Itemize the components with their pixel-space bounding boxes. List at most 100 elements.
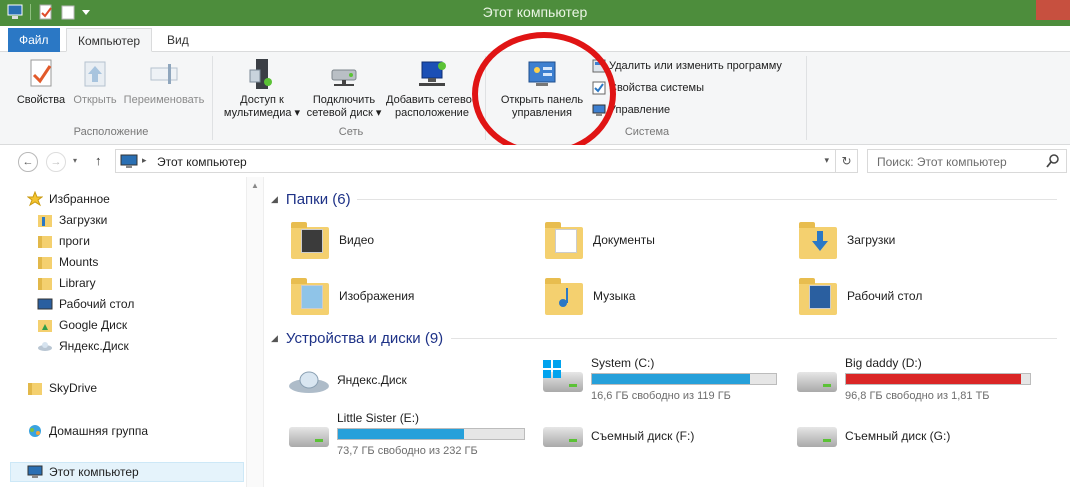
nav-item-label: Яндекс.Диск	[59, 339, 129, 353]
system-drive-icon	[541, 358, 585, 402]
folder-name: Музыка	[593, 289, 636, 303]
system-properties-button[interactable]: Свойства системы	[592, 79, 704, 97]
nav-item-library[interactable]: Library	[37, 273, 96, 293]
devices-section-title: Устройства и диски (9)	[285, 330, 444, 347]
nav-scrollbar[interactable]: ▲	[246, 177, 264, 487]
close-window-button[interactable]	[1036, 0, 1070, 20]
device-tile-yandex-disk[interactable]: Яндекс.Диск	[279, 354, 519, 406]
open-icon	[79, 58, 111, 90]
nav-item-progi[interactable]: проги	[37, 231, 90, 251]
music-folder-icon	[541, 275, 585, 319]
drive-free-space: 73,7 ГБ свободно из 232 ГБ	[337, 445, 478, 457]
rename-button[interactable]: Переименовать	[121, 58, 207, 107]
up-button[interactable]: ↑	[95, 153, 102, 168]
folder-icon	[37, 254, 53, 270]
nav-item-google-drive[interactable]: Google Диск	[37, 315, 127, 335]
folder-icon	[37, 233, 53, 249]
video-folder-icon	[287, 219, 331, 263]
nav-item-desktop[interactable]: Рабочий стол	[37, 294, 134, 314]
add-network-location-label-1: Добавить сетевое	[386, 94, 478, 106]
homegroup-icon	[27, 423, 43, 439]
folder-tile-documents[interactable]: Документы	[533, 215, 773, 267]
device-name: Съемный диск (G:)	[845, 429, 951, 443]
address-bar[interactable]: ▸ Этот компьютер ▾ ↻	[115, 149, 858, 173]
rename-icon	[148, 58, 180, 90]
folder-name: Рабочий стол	[847, 289, 923, 303]
folders-section-header[interactable]: ◢ Папки (6)	[271, 191, 351, 208]
device-tile-removable-f[interactable]: Съемный диск (F:)	[533, 409, 773, 461]
back-button[interactable]: ←	[18, 152, 38, 172]
section-divider	[451, 338, 1057, 339]
removable-drive-icon	[541, 413, 585, 457]
content-pane: ◢ Папки (6) Видео Документы Загрузки Изо…	[265, 177, 1070, 487]
device-tile-big-daddy-d[interactable]: Big daddy (D:) 96,8 ГБ свободно из 1,81 …	[787, 354, 1057, 406]
refresh-button[interactable]: ↻	[835, 150, 857, 172]
recent-locations-button[interactable]: ▾	[73, 156, 77, 165]
tab-file[interactable]: Файл	[8, 28, 60, 52]
nav-favorites[interactable]: Избранное	[26, 189, 110, 209]
google-drive-folder-icon	[37, 317, 53, 333]
media-access-label-2: мультимедиа ▾	[223, 107, 301, 119]
properties-icon	[25, 58, 57, 90]
group-divider	[485, 56, 486, 140]
star-icon	[26, 190, 44, 207]
folder-tile-video[interactable]: Видео	[279, 215, 519, 267]
media-access-button[interactable]: Доступ к мультимедиа ▾	[222, 58, 302, 120]
chevron-down-icon: ◢	[271, 333, 278, 343]
nav-item-mounts[interactable]: Mounts	[37, 252, 98, 272]
map-network-drive-button[interactable]: Подключить сетевой диск ▾	[304, 58, 384, 120]
scroll-up-icon[interactable]: ▲	[251, 181, 259, 190]
arrow-right-icon: →	[50, 156, 62, 168]
add-network-location-button[interactable]: Добавить сетевое расположение	[385, 58, 479, 120]
chevron-down-icon: ▾	[294, 107, 301, 119]
device-name: Съемный диск (F:)	[591, 429, 695, 443]
open-button[interactable]: Открыть	[69, 58, 121, 107]
ribbon: Свойства Открыть Переименовать Расположе…	[0, 52, 1070, 145]
network-location-icon	[416, 58, 448, 90]
nav-homegroup[interactable]: Домашняя группа	[27, 421, 148, 441]
nav-item-downloads[interactable]: Загрузки	[37, 210, 107, 230]
open-control-panel-label-1: Открыть панель	[500, 94, 584, 106]
tab-computer[interactable]: Компьютер	[66, 28, 153, 52]
folder-tile-music[interactable]: Музыка	[533, 271, 773, 323]
device-tile-little-sister-e[interactable]: Little Sister (E:) 73,7 ГБ свободно из 2…	[279, 409, 549, 461]
tab-view[interactable]: Вид	[156, 28, 200, 52]
chevron-right-icon[interactable]: ▸	[142, 155, 147, 166]
folder-tile-downloads[interactable]: Загрузки	[787, 215, 1027, 267]
device-name: System (C:)	[591, 356, 655, 370]
properties-button[interactable]: Свойства	[14, 58, 68, 107]
devices-section-header[interactable]: ◢ Устройства и диски (9)	[271, 330, 443, 347]
nav-skydrive[interactable]: SkyDrive	[27, 378, 97, 398]
nav-item-yandex-disk[interactable]: Яндекс.Диск	[37, 336, 129, 356]
group-label-location: Расположение	[73, 126, 149, 138]
forward-button[interactable]: →	[46, 152, 66, 172]
folder-name: Загрузки	[847, 233, 896, 247]
folder-tile-pictures[interactable]: Изображения	[279, 271, 519, 323]
network-shared-drive-icon	[795, 358, 839, 402]
manage-button[interactable]: Управление	[592, 101, 670, 119]
drive-usage-fill	[338, 429, 465, 439]
yandex-disk-icon	[37, 338, 53, 354]
search-input[interactable]: Поиск: Этот компьютер	[867, 149, 1067, 173]
search-icon[interactable]	[1046, 153, 1060, 172]
nav-this-pc[interactable]: Этот компьютер	[10, 462, 244, 482]
map-network-drive-label-1: Подключить	[312, 94, 376, 106]
programs-icon	[592, 59, 606, 73]
uninstall-program-label: Удалить или изменить программу	[609, 60, 782, 72]
open-control-panel-button[interactable]: Открыть панель управления	[494, 58, 590, 120]
folder-tile-desktop[interactable]: Рабочий стол	[787, 271, 1027, 323]
chevron-down-icon: ◢	[271, 194, 278, 204]
computer-icon	[27, 464, 43, 480]
device-tile-removable-g[interactable]: Съемный диск (G:)	[787, 409, 1027, 461]
nav-this-pc-label: Этот компьютер	[49, 465, 139, 479]
nav-skydrive-label: SkyDrive	[49, 381, 98, 395]
arrow-up-icon: ↑	[95, 153, 102, 168]
device-tile-system-c[interactable]: System (C:) 16,6 ГБ свободно из 119 ГБ	[533, 354, 803, 406]
desktop-icon	[37, 296, 53, 312]
search-placeholder: Поиск: Этот компьютер	[877, 155, 1007, 169]
drive-free-space: 96,8 ГБ свободно из 1,81 ТБ	[845, 390, 990, 402]
nav-item-label: Рабочий стол	[59, 297, 135, 311]
address-dropdown-button[interactable]: ▾	[824, 155, 829, 166]
uninstall-program-button[interactable]: Удалить или изменить программу	[592, 57, 782, 75]
title-bar: Этот компьютер	[0, 0, 1070, 26]
